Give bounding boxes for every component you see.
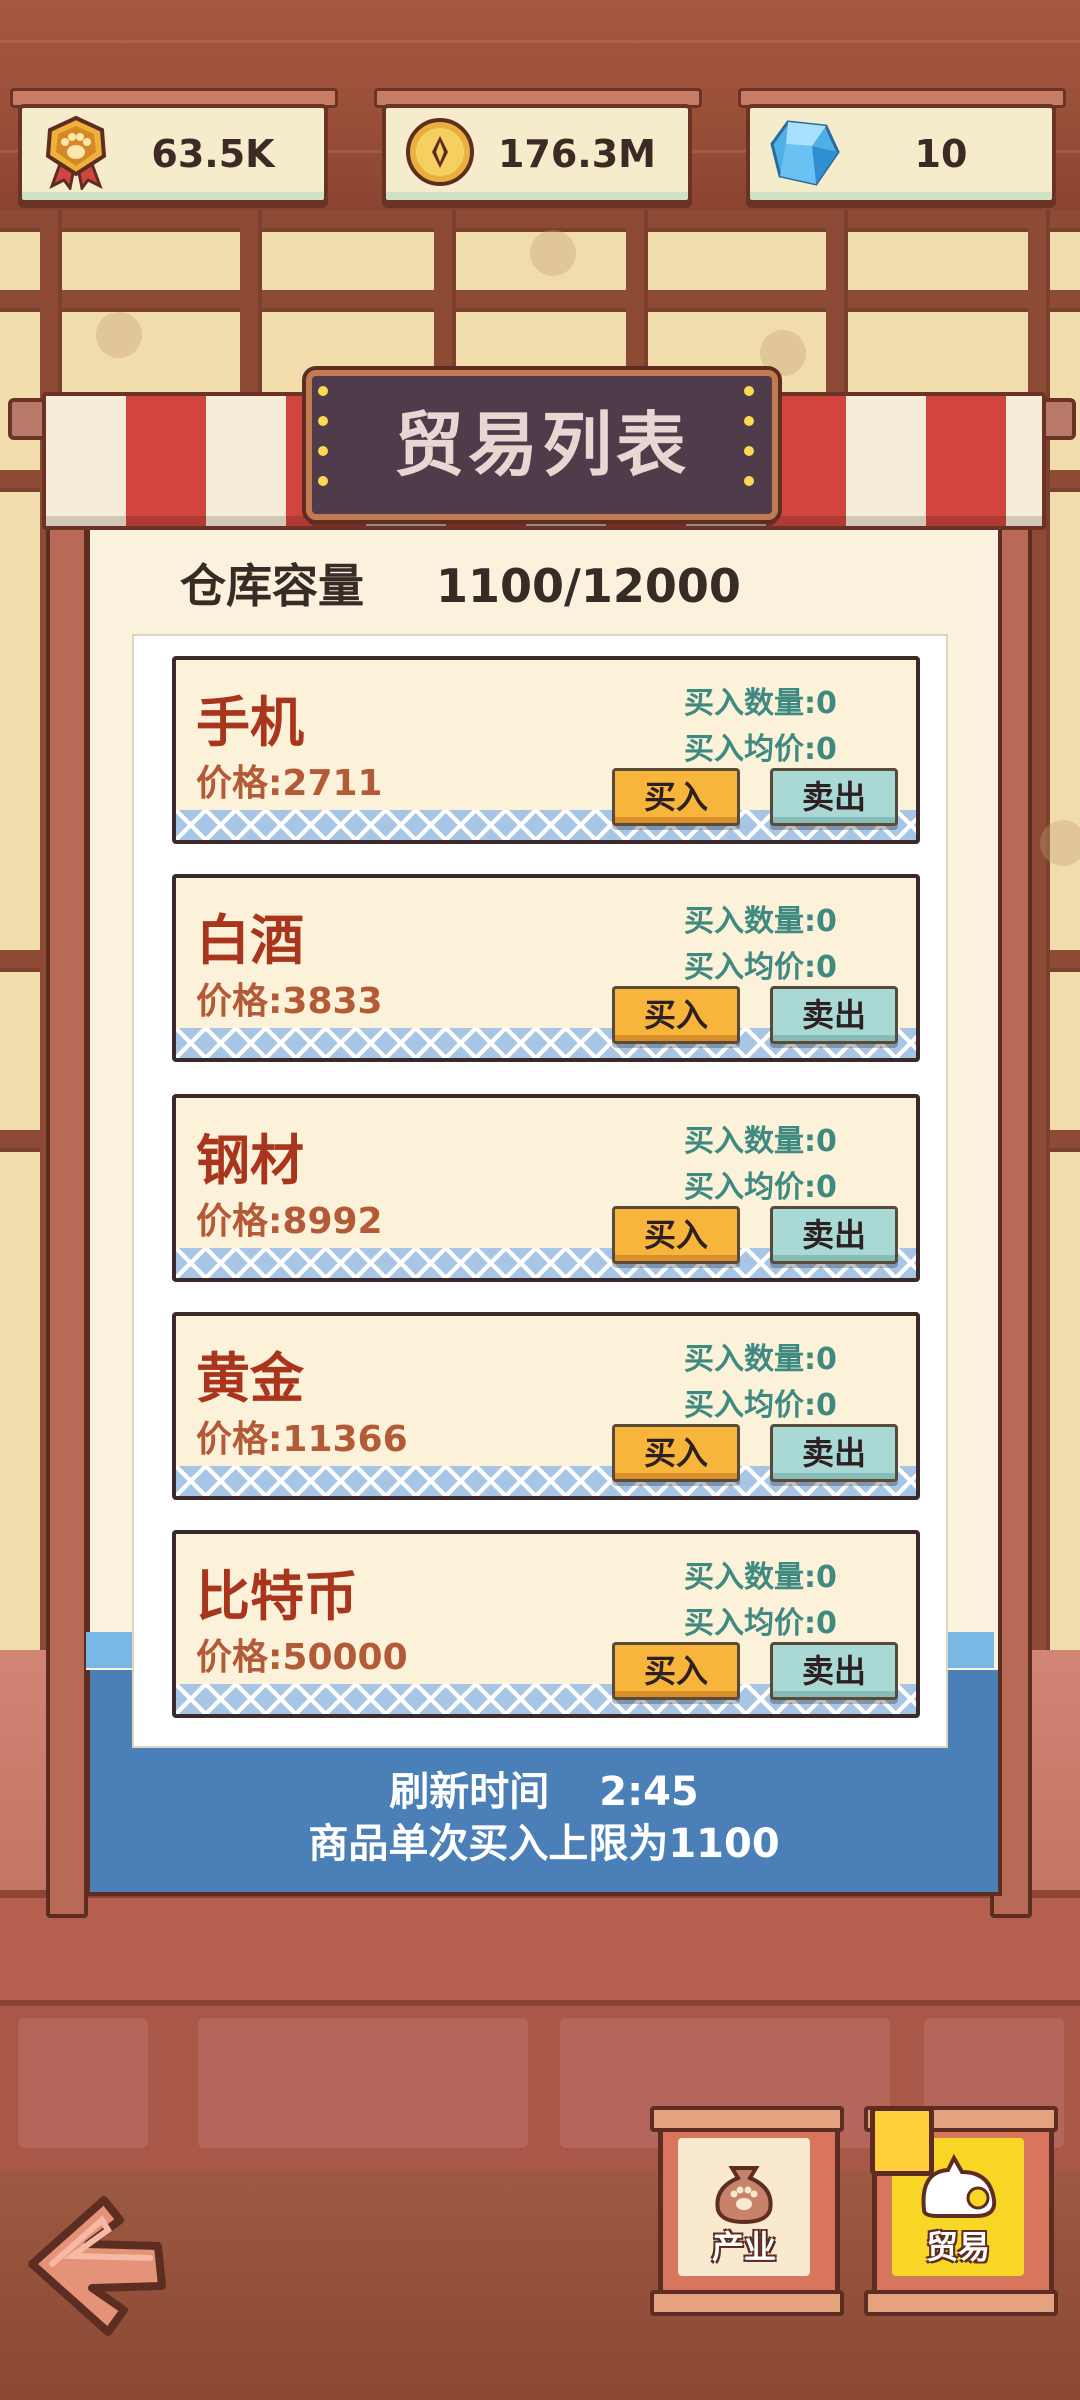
buy-button[interactable]: 买入 [612,1206,740,1264]
item-price: 价格:3833 [196,981,383,1022]
lattice-beam [0,290,1080,312]
nav-industry-label: 产业 [711,2228,776,2266]
item-buy-quantity: 买入数量:0 [684,1124,837,1159]
sell-button[interactable]: 卖出 [770,1424,898,1482]
item-name: 钢材 [196,1129,304,1192]
floor-panel [198,2018,528,2148]
refresh-time: 2:45 [599,1769,699,1815]
item-buy-average: 买入均价:0 [684,1606,837,1641]
item-buy-quantity: 买入数量:0 [684,904,837,939]
warehouse-capacity: 仓库容量 1100/12000 [180,546,900,626]
item-buy-average: 买入均价:0 [684,950,837,985]
lantern-decoration [870,2106,934,2176]
buy-button[interactable]: 买入 [612,1642,740,1700]
page-title: 贸易列表 [394,404,690,486]
money-bag-icon [715,2166,773,2224]
item-buy-quantity: 买入数量:0 [684,1560,837,1595]
currency-coin[interactable]: 176.3M [382,104,692,204]
nav-industry-button[interactable]: 产业 [650,2100,846,2320]
buy-button[interactable]: 买入 [612,768,740,826]
back-arrow-icon[interactable] [12,2186,172,2336]
trade-item-liquor: 白酒 价格:3833 买入数量:0 买入均价:0 买入 卖出 [172,874,920,1062]
blossom-decoration [96,312,142,358]
stage-step [0,1890,1080,2008]
diamond-value: 10 [914,132,968,176]
trade-item-phone: 手机 价格:2711 买入数量:0 买入均价:0 买入 卖出 [172,656,920,844]
sell-button[interactable]: 卖出 [770,986,898,1044]
diamond-icon [770,120,840,186]
buy-button[interactable]: 买入 [612,1424,740,1482]
nav-trade-label: 贸易 [925,2228,990,2266]
item-name: 比特币 [196,1565,358,1628]
item-buy-average: 买入均价:0 [684,1170,837,1205]
item-buy-quantity: 买入数量:0 [684,1342,837,1377]
buy-button[interactable]: 买入 [612,986,740,1044]
item-name: 黄金 [196,1347,304,1410]
item-name: 手机 [196,691,304,754]
item-price: 价格:8992 [196,1201,383,1242]
sell-button[interactable]: 卖出 [770,1642,898,1700]
nav-frame-bottom [650,2290,844,2316]
paw-medal-icon [45,115,107,190]
capacity-value: 1100/12000 [436,559,741,613]
coin-icon [406,118,474,186]
refresh-label: 刷新时间 [389,1769,550,1815]
trade-item-bitcoin: 比特币 价格:50000 买入数量:0 买入均价:0 买入 卖出 [172,1530,920,1718]
title-sign: 贸易列表 [306,370,778,520]
floor-panel [18,2018,148,2148]
trade-item-steel: 钢材 价格:8992 买入数量:0 买入均价:0 买入 卖出 [172,1094,920,1282]
purchase-limit-note: 商品单次买入上限为1100 [308,1821,780,1867]
blossom-decoration [530,230,576,276]
sell-button[interactable]: 卖出 [770,1206,898,1264]
capacity-label: 仓库容量 [180,559,364,613]
nav-frame-bottom [864,2290,1058,2316]
item-price: 价格:2711 [196,763,383,804]
blossom-decoration [1040,820,1080,866]
item-price: 价格:11366 [196,1419,408,1460]
nav-frame-top [650,2106,844,2132]
item-price: 价格:50000 [196,1637,408,1678]
item-buy-average: 买入均价:0 [684,732,837,767]
paw-medal-value: 63.5K [151,132,275,176]
item-buy-average: 买入均价:0 [684,1388,837,1423]
lattice-beam [0,210,1080,232]
sell-button[interactable]: 卖出 [770,768,898,826]
item-buy-quantity: 买入数量:0 [684,686,837,721]
trade-item-gold: 黄金 价格:11366 买入数量:0 买入均价:0 买入 卖出 [172,1312,920,1500]
coin-value: 176.3M [497,132,656,176]
currency-diamond[interactable]: 10 [746,104,1056,204]
refresh-timer: 刷新时间 2:45 [86,1762,1002,1822]
left-post [46,440,88,1918]
item-name: 白酒 [196,909,304,972]
currency-paw-medal[interactable]: 63.5K [18,104,328,204]
